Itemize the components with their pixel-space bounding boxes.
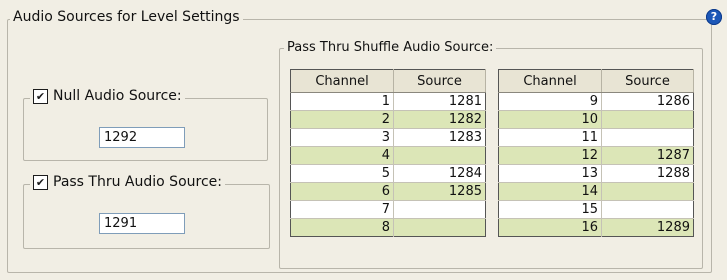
source-cell[interactable] bbox=[393, 146, 486, 165]
channel-cell: 12 bbox=[498, 146, 602, 165]
channel-header[interactable]: Channel bbox=[290, 69, 394, 93]
table-row[interactable]: 12 1287 bbox=[498, 146, 694, 165]
source-cell[interactable]: 1283 bbox=[393, 128, 486, 147]
table-row[interactable]: 5 1284 bbox=[290, 164, 486, 183]
table-row[interactable]: 4 bbox=[290, 146, 486, 165]
channel-cell: 10 bbox=[498, 110, 602, 129]
channel-cell: 1 bbox=[381, 94, 390, 109]
source-cell[interactable] bbox=[393, 218, 486, 237]
table-row[interactable]: 15 bbox=[498, 200, 694, 219]
pass-thru-shuffle-group: Pass Thru Shuffle Audio Source: Channel … bbox=[279, 40, 703, 269]
channel-cell: 2 bbox=[290, 110, 394, 129]
table-row[interactable]: 7 bbox=[290, 200, 486, 219]
null-audio-source-group: ✔ Null Audio Source: 1292 bbox=[23, 88, 268, 161]
null-audio-source-checkbox[interactable]: ✔ bbox=[33, 88, 48, 104]
source-cell[interactable] bbox=[393, 200, 486, 219]
help-icon[interactable]: ? bbox=[706, 9, 722, 25]
channel-cell: 4 bbox=[290, 146, 394, 165]
channel-cell: 11 bbox=[498, 128, 602, 147]
channel-cell: 14 bbox=[498, 182, 602, 201]
channel-source-table-right: Channel Source 9 1286 10 11 12 1287 13 1288 14 15… bbox=[498, 69, 694, 237]
null-audio-source-input[interactable]: 1292 bbox=[99, 127, 185, 148]
channel-cell: 15 bbox=[498, 200, 602, 219]
pass-thru-audio-source-checkbox-row[interactable]: ✔ Pass Thru Audio Source: bbox=[30, 174, 225, 190]
channel-cell: 9 bbox=[589, 94, 598, 109]
source-cell[interactable]: 1282 bbox=[393, 110, 486, 129]
source-cell[interactable]: 1284 bbox=[393, 164, 486, 183]
source-cell[interactable]: 1281 bbox=[393, 92, 486, 111]
null-audio-source-label: Null Audio Source: bbox=[53, 88, 182, 104]
source-cell[interactable]: 1289 bbox=[601, 218, 694, 237]
source-cell[interactable] bbox=[601, 200, 694, 219]
source-cell[interactable]: 1285 bbox=[393, 182, 486, 201]
channel-source-table-left: Channel Source 1 1281 2 1282 3 1283 4 5 1284 6 128… bbox=[290, 69, 486, 237]
table-row[interactable]: 16 1289 bbox=[498, 218, 694, 237]
pass-thru-audio-source-checkbox[interactable]: ✔ bbox=[33, 174, 48, 190]
null-audio-source-checkbox-row[interactable]: ✔ Null Audio Source: bbox=[30, 88, 185, 104]
table-row[interactable]: 8 bbox=[290, 218, 486, 237]
source-header[interactable]: Source bbox=[393, 69, 486, 93]
table-row[interactable]: 11 bbox=[498, 128, 694, 147]
channel-header[interactable]: Channel bbox=[498, 69, 602, 93]
source-cell[interactable]: 1287 bbox=[601, 146, 694, 165]
table-row[interactable]: 9 1286 bbox=[499, 92, 694, 111]
channel-cell: 13 bbox=[498, 164, 602, 183]
source-cell[interactable] bbox=[601, 182, 694, 201]
source-cell[interactable]: 1286 bbox=[601, 92, 694, 111]
audio-sources-group: Audio Sources for Level Settings ✔ Null … bbox=[7, 9, 712, 273]
table-row[interactable]: 2 1282 bbox=[290, 110, 486, 129]
table-row[interactable]: 3 1283 bbox=[290, 128, 486, 147]
table-row[interactable]: 1 1281 bbox=[291, 92, 486, 111]
table-row[interactable]: 6 1285 bbox=[290, 182, 486, 201]
source-cell[interactable] bbox=[601, 110, 694, 129]
channel-cell: 7 bbox=[290, 200, 394, 219]
channel-cell: 16 bbox=[498, 218, 602, 237]
source-header[interactable]: Source bbox=[601, 69, 694, 93]
pass-thru-audio-source-label: Pass Thru Audio Source: bbox=[53, 174, 222, 190]
table-row[interactable]: 13 1288 bbox=[498, 164, 694, 183]
channel-cell: 3 bbox=[290, 128, 394, 147]
source-cell[interactable]: 1288 bbox=[601, 164, 694, 183]
channel-cell: 6 bbox=[290, 182, 394, 201]
channel-cell: 8 bbox=[290, 218, 394, 237]
channel-cell: 5 bbox=[290, 164, 394, 183]
source-cell[interactable] bbox=[601, 128, 694, 147]
pass-thru-audio-source-group: ✔ Pass Thru Audio Source: 1291 bbox=[23, 174, 270, 249]
pass-thru-shuffle-title: Pass Thru Shuffle Audio Source: bbox=[284, 40, 497, 55]
table-row[interactable]: 10 bbox=[498, 110, 694, 129]
audio-sources-title: Audio Sources for Level Settings bbox=[10, 9, 243, 25]
table-row[interactable]: 14 bbox=[498, 182, 694, 201]
pass-thru-audio-source-input[interactable]: 1291 bbox=[99, 213, 185, 234]
